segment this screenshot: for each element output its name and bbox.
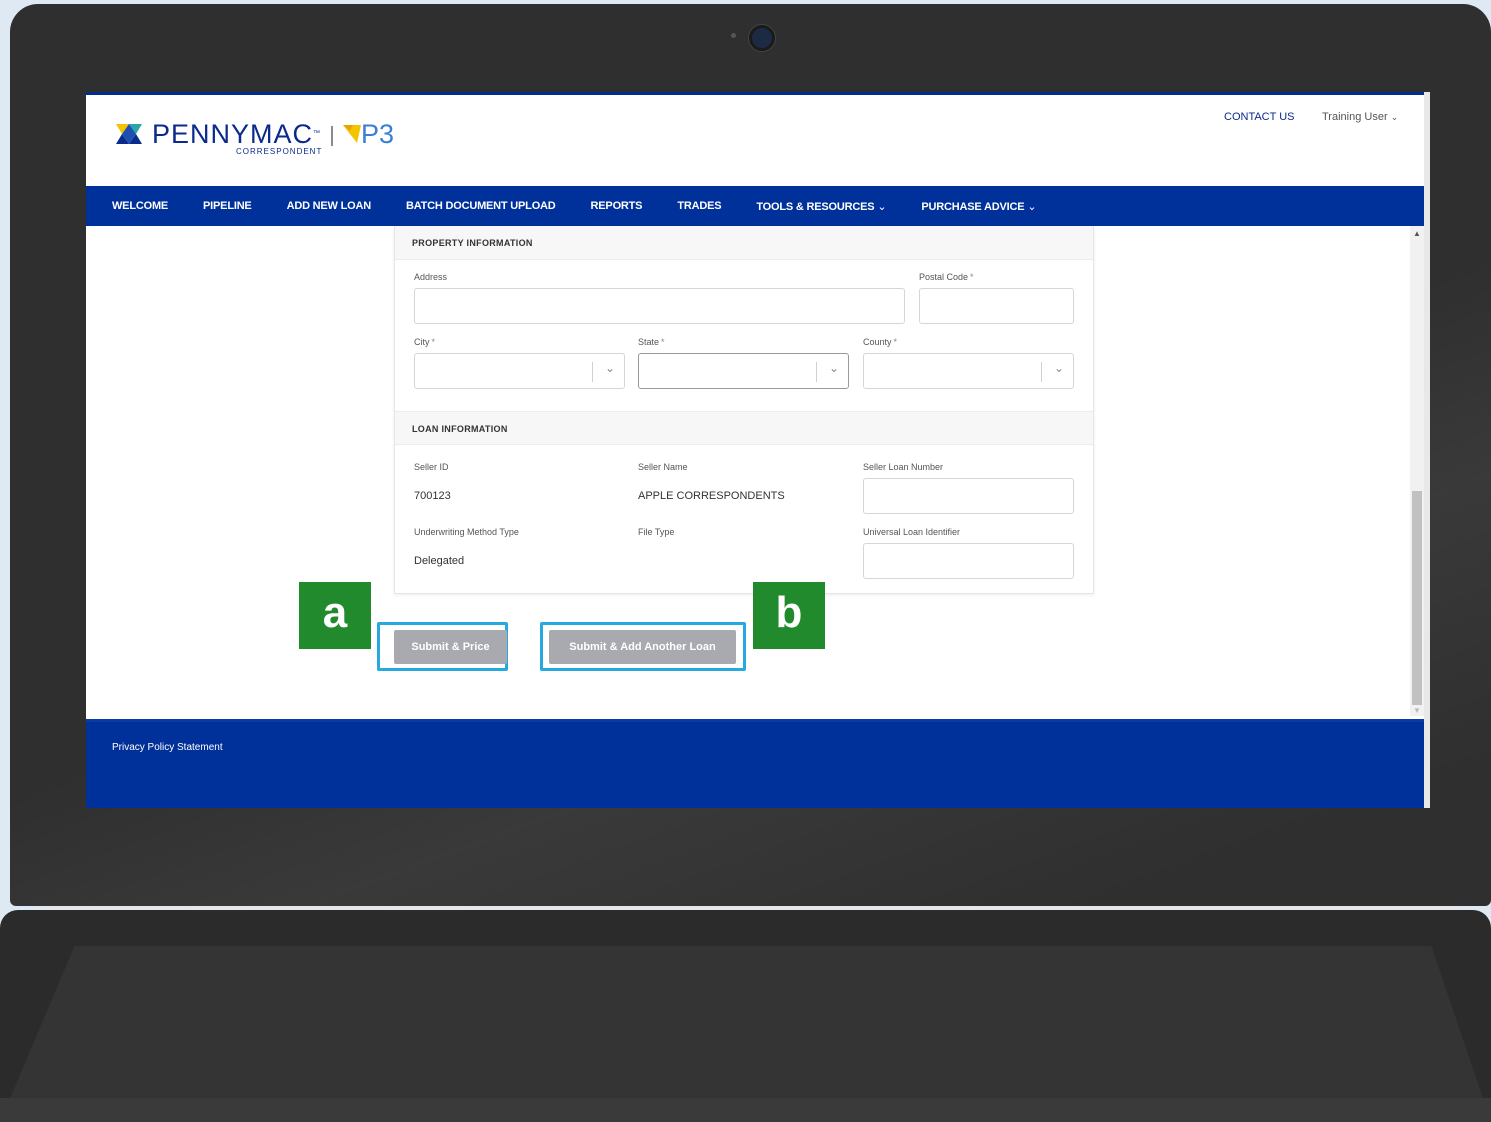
chevron-down-icon: ⌄ <box>604 361 615 375</box>
nav-welcome[interactable]: WELCOME <box>112 200 168 212</box>
nav-pipeline[interactable]: PIPELINE <box>203 200 252 212</box>
nav-label: ADD NEW LOAN <box>286 200 372 212</box>
underwriting-method-value: Delegated <box>414 555 465 567</box>
seller-name-label: Seller Name <box>638 462 688 472</box>
screen: PENNYMAC™ P3 CORRESPONDENT CONTACT US Tr… <box>86 92 1430 808</box>
nav-tools-resources[interactable]: TOOLS & RESOURCES ⌄ <box>756 200 886 213</box>
hinge <box>44 906 1459 909</box>
nav-label: REPORTS <box>590 200 643 212</box>
seller-loan-number-label: Seller Loan Number <box>863 462 944 472</box>
user-menu[interactable]: Training User ⌄ <box>1322 111 1398 123</box>
file-type-label: File Type <box>638 527 675 537</box>
logo-divider <box>331 126 334 146</box>
brand-text: PENNYMAC <box>152 119 314 149</box>
site-header: PENNYMAC™ P3 CORRESPONDENT CONTACT US Tr… <box>86 95 1430 186</box>
brand-subtitle: CORRESPONDENT <box>236 147 323 156</box>
brand-name: PENNYMAC™ <box>152 119 321 149</box>
address-input[interactable] <box>414 288 905 324</box>
county-label: County * <box>863 337 897 347</box>
postal-code-label: Postal Code * <box>919 272 974 282</box>
chevron-down-icon: ⌄ <box>1053 361 1064 375</box>
laptop-base-edge <box>0 1098 1491 1122</box>
webcam <box>749 25 775 51</box>
city-select[interactable]: ⌄ <box>414 353 625 389</box>
brand-trademark: ™ <box>313 130 322 137</box>
required-mark: * <box>970 272 974 282</box>
user-name: Training User <box>1322 111 1388 123</box>
nav-label: BATCH DOCUMENT UPLOAD <box>405 200 556 212</box>
seller-id-label: Seller ID <box>414 462 449 472</box>
callout-b: b <box>753 582 825 649</box>
scroll-up-arrow-icon[interactable]: ▲ <box>1413 229 1421 238</box>
uli-input[interactable] <box>863 543 1074 579</box>
seller-name-value: APPLE CORRESPONDENTS <box>638 490 785 502</box>
submit-price-button[interactable]: Submit & Price <box>394 630 507 664</box>
main-nav: WELCOME PIPELINE ADD NEW LOAN BATCH DOCU… <box>86 186 1424 226</box>
nav-label: TOOLS & RESOURCES <box>756 200 875 213</box>
callout-a: a <box>299 582 371 649</box>
address-label: Address <box>414 272 448 282</box>
p3-mark-icon <box>343 125 362 143</box>
loan-form-card: PROPERTY INFORMATION Address Postal Code… <box>394 226 1094 594</box>
state-label-text: State <box>638 337 660 347</box>
nav-reports[interactable]: REPORTS <box>591 200 643 212</box>
required-mark: * <box>431 337 436 347</box>
keyboard-deck <box>0 946 1491 1122</box>
chevron-down-icon: ⌄ <box>877 200 887 213</box>
product-name: P3 <box>361 119 395 149</box>
nav-purchase-advice[interactable]: PURCHASE ADVICE ⌄ <box>921 200 1036 213</box>
city-label-text: City <box>414 337 430 347</box>
main-content: PROPERTY INFORMATION Address Postal Code… <box>86 226 1410 719</box>
seller-id-value: 700123 <box>414 490 451 502</box>
underwriting-method-label: Underwriting Method Type <box>414 527 519 537</box>
nav-add-new-loan[interactable]: ADD NEW LOAN <box>286 200 372 212</box>
scrollbar-thumb[interactable] <box>1412 491 1422 705</box>
select-divider <box>816 362 817 382</box>
submit-add-another-loan-button[interactable]: Submit & Add Another Loan <box>549 630 736 664</box>
postal-code-label-text: Postal Code <box>919 272 969 282</box>
loan-section-title: LOAN INFORMATION <box>395 411 1093 445</box>
contact-us-link[interactable]: CONTACT US <box>1224 111 1295 123</box>
nav-batch-document-upload[interactable]: BATCH DOCUMENT UPLOAD <box>406 200 556 212</box>
pennymac-mark-icon <box>116 124 142 144</box>
required-mark: * <box>661 337 665 347</box>
seller-loan-number-input[interactable] <box>863 478 1074 514</box>
nav-label: TRADES <box>677 200 722 212</box>
chevron-down-icon: ⌄ <box>1027 200 1037 213</box>
camera-indicator <box>731 33 736 38</box>
screen-edge <box>1424 92 1430 808</box>
nav-label: PURCHASE ADVICE <box>921 200 1025 213</box>
privacy-policy-link[interactable]: Privacy Policy Statement <box>112 742 223 753</box>
select-divider <box>592 362 593 382</box>
county-select[interactable]: ⌄ <box>863 353 1074 389</box>
state-label: State * <box>638 337 665 347</box>
uli-label: Universal Loan Identifier <box>863 527 961 537</box>
scroll-down-arrow-icon[interactable]: ▼ <box>1413 706 1421 715</box>
city-label: City * <box>414 337 435 347</box>
nav-trades[interactable]: TRADES <box>677 200 721 212</box>
nav-label: PIPELINE <box>203 200 252 212</box>
chevron-down-icon: ⌄ <box>828 361 839 375</box>
site-footer: Privacy Policy Statement <box>86 719 1424 808</box>
vertical-scrollbar[interactable]: ▲ ▼ <box>1410 226 1424 716</box>
state-select[interactable]: ⌄ <box>638 353 849 389</box>
postal-code-input[interactable] <box>919 288 1074 324</box>
county-label-text: County <box>863 337 892 347</box>
nav-label: WELCOME <box>112 200 169 212</box>
select-divider <box>1041 362 1042 382</box>
required-mark: * <box>893 337 898 347</box>
property-section-title: PROPERTY INFORMATION <box>395 226 1093 260</box>
chevron-down-icon: ⌄ <box>1390 112 1399 122</box>
